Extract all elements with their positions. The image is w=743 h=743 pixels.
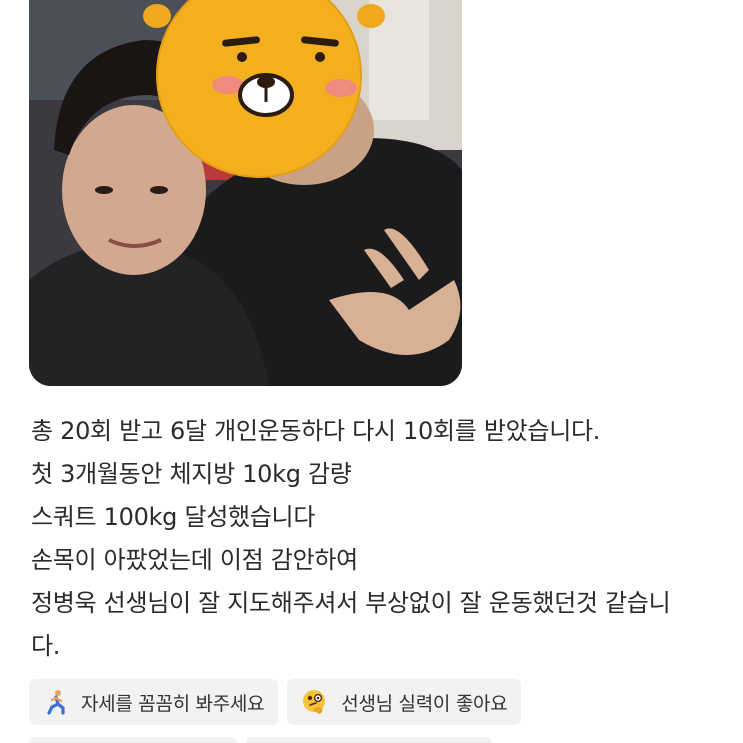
review-line: 다. (31, 632, 61, 660)
review-card: 총 20회 받고 6달 개인운동하다 다시 10회를 받았습니다. 첫 3개월동… (0, 0, 743, 743)
review-line: 총 20회 받고 6달 개인운동하다 다시 10회를 받았습니다. (31, 417, 601, 445)
tag-posture[interactable]: 자세를 꼼꼼히 봐주세요 (29, 679, 279, 725)
tag-partial[interactable] (29, 737, 237, 743)
tag-skill[interactable]: 선생님 실력이 좋아요 (287, 679, 522, 725)
thinking-face-icon (301, 688, 329, 716)
review-photo[interactable] (29, 0, 462, 386)
review-body: 총 20회 받고 6달 개인운동하다 다시 10회를 받았습니다. 첫 3개월동… (31, 410, 721, 668)
review-line: 손목이 아팠었는데 이점 감안하여 (31, 546, 358, 574)
person-lunge-icon (43, 689, 69, 715)
review-tags: 자세를 꼼꼼히 봐주세요 선생님 실력이 좋아요 (29, 679, 522, 725)
review-line: 첫 3개월동안 체지방 10kg 감량 (31, 460, 352, 488)
review-tags-partial (29, 737, 492, 743)
tag-label: 선생님 실력이 좋아요 (341, 692, 508, 715)
review-line: 정병욱 선생님이 잘 지도해주셔서 부상없이 잘 운동했던것 같습니 (31, 589, 671, 617)
tag-label: 자세를 꼼꼼히 봐주세요 (81, 692, 265, 715)
tag-partial[interactable] (246, 737, 492, 743)
review-line: 스쿼트 100kg 달성했습니다 (31, 503, 316, 531)
